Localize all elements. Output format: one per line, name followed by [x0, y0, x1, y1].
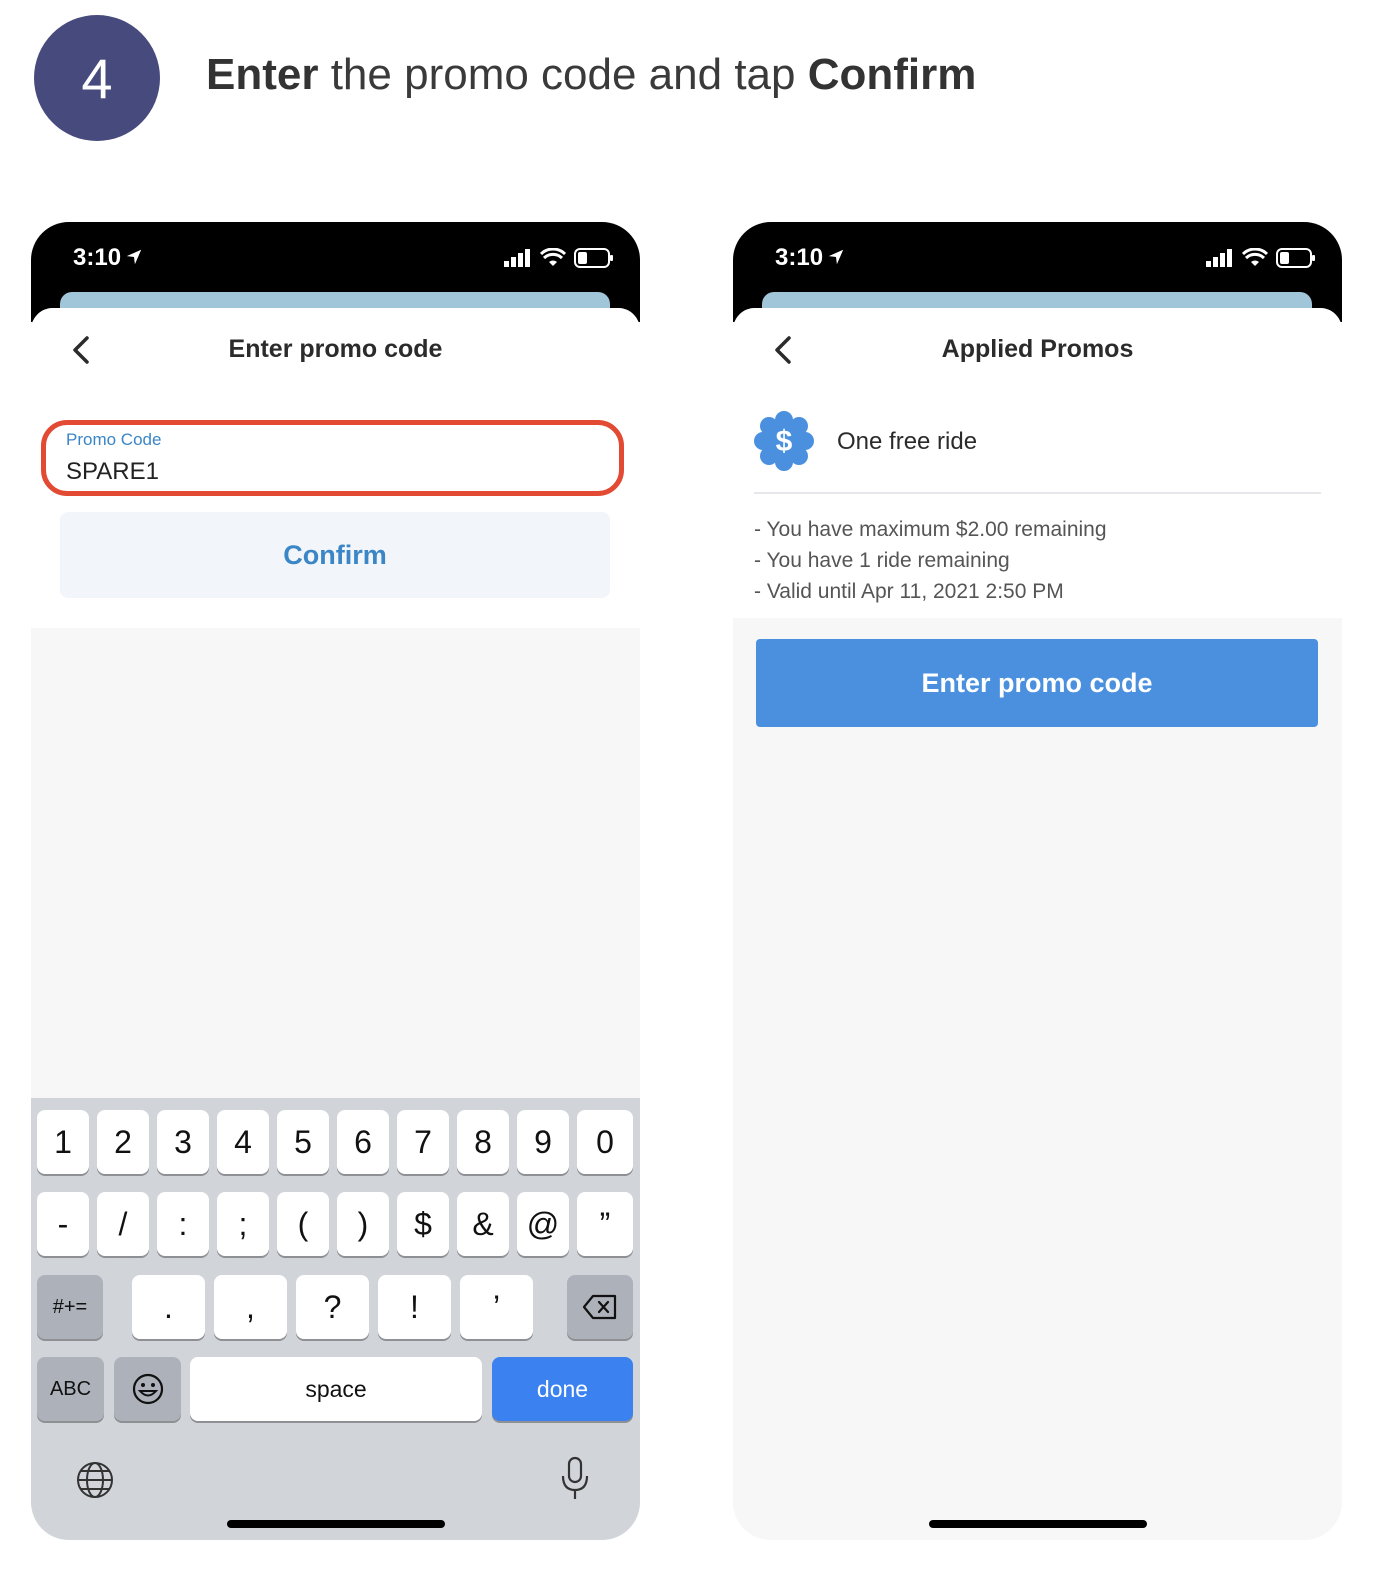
promo-entry-sheet: Enter promo code Promo Code Confirm 1 2 … — [31, 308, 640, 1540]
step-title-bold-confirm: Confirm — [807, 50, 977, 99]
key-9[interactable]: 9 — [517, 1110, 569, 1174]
promo-detail-max: - You have maximum $2.00 remaining — [754, 518, 1107, 541]
status-bar: 3:10 — [733, 222, 1342, 322]
key-abc[interactable]: ABC — [37, 1357, 104, 1421]
page-title: Applied Promos — [941, 335, 1134, 363]
promo-code-input[interactable] — [66, 458, 546, 486]
applied-promos-header: Applied Promos $ One free ride - You hav… — [733, 308, 1342, 618]
step-number: 4 — [81, 46, 113, 110]
status-icons — [504, 248, 614, 268]
phone-screen-applied-promos: 3:10 Applied Promos $ One free ride - Yo… — [733, 222, 1342, 1540]
location-arrow-icon — [126, 249, 142, 265]
key-colon[interactable]: : — [157, 1192, 209, 1256]
key-exclamation[interactable]: ! — [378, 1275, 451, 1339]
key-open-paren[interactable]: ( — [277, 1192, 329, 1256]
microphone-icon[interactable] — [559, 1456, 591, 1502]
key-close-paren[interactable]: ) — [337, 1192, 389, 1256]
home-indicator — [226, 1520, 445, 1528]
backspace-icon — [582, 1294, 617, 1320]
step-title-bold-enter: Enter — [206, 50, 319, 99]
key-5[interactable]: 5 — [277, 1110, 329, 1174]
status-time: 3:10 — [775, 244, 845, 272]
status-time-label: 3:10 — [775, 244, 824, 271]
key-8[interactable]: 8 — [457, 1110, 509, 1174]
enter-promo-code-button[interactable]: Enter promo code — [756, 639, 1318, 727]
promo-name: One free ride — [837, 428, 978, 455]
key-7[interactable]: 7 — [397, 1110, 449, 1174]
emoji-icon — [132, 1373, 163, 1405]
key-at[interactable]: @ — [517, 1192, 569, 1256]
key-space[interactable]: space — [190, 1357, 482, 1421]
battery-icon — [574, 248, 613, 268]
wifi-icon — [1242, 248, 1268, 266]
key-slash[interactable]: / — [97, 1192, 149, 1256]
promo-code-label: Promo Code — [66, 430, 162, 449]
status-time: 3:10 — [73, 244, 143, 272]
home-indicator — [928, 1520, 1147, 1528]
key-dollar[interactable]: $ — [397, 1192, 449, 1256]
step-instruction: Enter the promo code and tap Confirm — [206, 50, 976, 100]
step-title-middle: the promo code and tap — [318, 50, 808, 99]
key-4[interactable]: 4 — [217, 1110, 269, 1174]
globe-icon[interactable] — [75, 1460, 115, 1500]
key-period[interactable]: . — [132, 1275, 205, 1339]
promo-code-field[interactable]: Promo Code — [41, 420, 624, 496]
key-6[interactable]: 6 — [337, 1110, 389, 1174]
page-title: Enter promo code — [228, 335, 443, 363]
promo-entry-header: Enter promo code Promo Code Confirm — [31, 308, 640, 628]
key-symbols[interactable]: #+= — [37, 1275, 103, 1339]
dollar-badge-icon: $ — [754, 411, 814, 471]
battery-icon — [1276, 248, 1315, 268]
status-icons — [1206, 248, 1316, 268]
promo-detail-valid: - Valid until Apr 11, 2021 2:50 PM — [754, 580, 1064, 603]
key-1[interactable]: 1 — [37, 1110, 89, 1174]
key-quote[interactable]: ” — [577, 1192, 633, 1256]
key-backspace[interactable] — [567, 1275, 633, 1339]
key-hyphen[interactable]: - — [37, 1192, 89, 1256]
key-emoji[interactable] — [114, 1357, 181, 1421]
promo-detail-rides: - You have 1 ride remaining — [754, 549, 1010, 572]
step-number-badge: 4 — [34, 15, 160, 141]
applied-promos-sheet: Applied Promos $ One free ride - You hav… — [733, 308, 1342, 1540]
wifi-icon — [540, 248, 566, 266]
key-3[interactable]: 3 — [157, 1110, 209, 1174]
key-2[interactable]: 2 — [97, 1110, 149, 1174]
key-apostrophe[interactable]: ’ — [460, 1275, 533, 1339]
key-0[interactable]: 0 — [577, 1110, 633, 1174]
key-question[interactable]: ? — [296, 1275, 369, 1339]
cellular-signal-icon — [1206, 249, 1232, 267]
status-time-label: 3:10 — [73, 244, 122, 271]
key-done[interactable]: done — [492, 1357, 633, 1421]
key-ampersand[interactable]: & — [457, 1192, 509, 1256]
svg-text:$: $ — [776, 425, 793, 458]
location-arrow-icon — [828, 249, 844, 265]
key-semicolon[interactable]: ; — [217, 1192, 269, 1256]
numeric-keyboard: 1 2 3 4 5 6 7 8 9 0 - / : ; ( ) $ & @ ” … — [31, 1098, 640, 1540]
promo-divider — [754, 492, 1321, 494]
status-bar: 3:10 — [31, 222, 640, 322]
confirm-button[interactable]: Confirm — [60, 512, 610, 598]
cellular-signal-icon — [504, 249, 530, 267]
key-comma[interactable]: , — [214, 1275, 287, 1339]
phone-screen-enter-promo: 3:10 Enter promo code Promo Code Confirm… — [31, 222, 640, 1540]
